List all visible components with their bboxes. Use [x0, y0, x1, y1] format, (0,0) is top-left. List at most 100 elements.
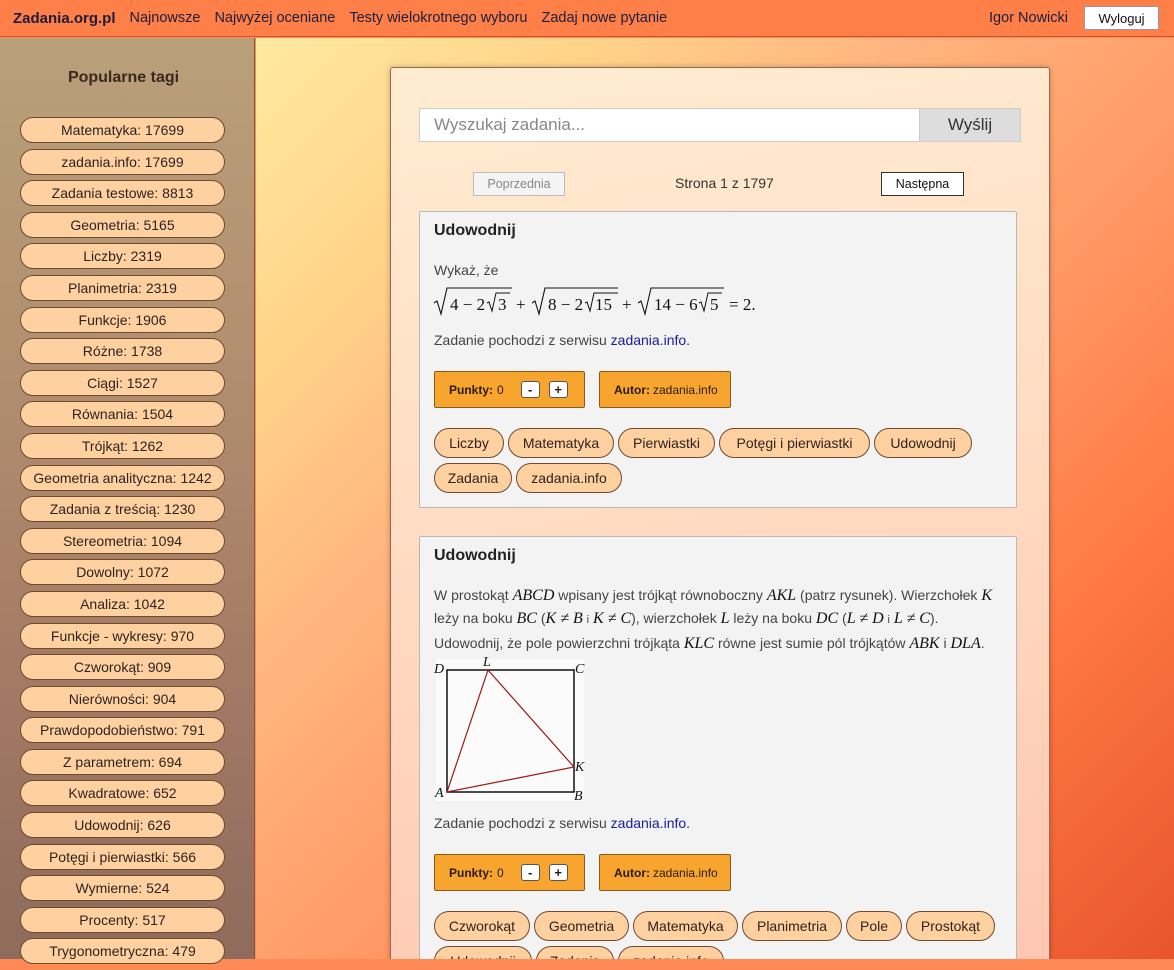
svg-text:3: 3 [498, 295, 507, 314]
source-link[interactable]: zadania.info. [611, 815, 690, 831]
svg-text:5: 5 [710, 295, 719, 314]
sidebar-tag[interactable]: Matematyka: 17699 [20, 117, 225, 143]
author-link[interactable]: zadania.info [653, 383, 718, 397]
search-bar: Wyślij [419, 108, 1021, 142]
sidebar-tag[interactable]: Nierówności: 904 [20, 685, 225, 712]
sidebar-tag[interactable]: Funkcje: 1906 [20, 306, 225, 333]
points-box: Punkty: 0 - + [434, 854, 585, 891]
sidebar-tag[interactable]: zadania.info: 17699 [20, 148, 225, 175]
tag-pill[interactable]: Liczby [434, 428, 504, 458]
sidebar-tag[interactable]: Ciągi: 1527 [20, 369, 225, 396]
search-button[interactable]: Wyślij [920, 108, 1021, 142]
tag-pill[interactable]: Geometria [534, 911, 629, 941]
sidebar-tag[interactable]: Geometria analityczna: 1242 [20, 464, 225, 491]
sidebar-tag[interactable]: Analiza: 1042 [20, 590, 225, 617]
problem-intro: Wykaż, że [434, 262, 499, 278]
sidebar-tag[interactable]: Planimetria: 2319 [20, 274, 225, 301]
tag-pill[interactable]: zadania.info [516, 463, 622, 493]
label-a: A [434, 786, 444, 801]
source-link[interactable]: zadania.info. [611, 332, 690, 348]
popular-tags-list: Matematyka: 17699 zadania.info: 17699 Za… [20, 117, 225, 970]
sidebar-tag[interactable]: Trygonometryczna: 479 [20, 938, 225, 965]
sidebar-tag[interactable]: Prawdopodobieństwo: 791 [20, 717, 225, 744]
content-panel: Wyślij Poprzednia Strona 1 z 1797 Następ… [390, 67, 1050, 959]
user-name[interactable]: Igor Nowicki [989, 10, 1068, 26]
tag-pill[interactable]: Potęgi i pierwiastki [719, 428, 870, 458]
author-label: Autor: [614, 865, 650, 880]
source-prefix: Zadanie pochodzi z serwisu [434, 332, 607, 348]
problem-statement: W prostokąt ABCD wpisany jest trójkąt ró… [434, 584, 1009, 655]
author-link[interactable]: zadania.info [653, 866, 718, 880]
sidebar-tag[interactable]: Potęgi i pierwiastki: 566 [20, 843, 225, 870]
formula-svg: 4 − 2 3 + 8 − 2 15 + 14 − 6 5 = 2. [433, 287, 756, 317]
problem-card: Udowodnij Wykaż, że 4 − 2 3 + 8 − 2 15 +… [419, 211, 1017, 508]
points-box: Punkty: 0 - + [434, 371, 585, 408]
label-l: L [482, 655, 491, 670]
sidebar: Popularne tagi Matematyka: 17699 zadania… [0, 38, 255, 965]
text: wpisany jest trójkąt równoboczny [558, 587, 763, 603]
sidebar-tag[interactable]: Dowolny: 1072 [20, 559, 225, 586]
problem-title: Udowodnij [434, 222, 516, 239]
downvote-button[interactable]: - [520, 381, 540, 398]
sidebar-tag[interactable]: Zadania z treścią: 1230 [20, 496, 225, 523]
pagination: Poprzednia Strona 1 z 1797 Następna [419, 172, 1021, 196]
sidebar-tag[interactable]: Funkcje - wykresy: 970 [20, 622, 225, 649]
previous-page-button[interactable]: Poprzednia [473, 172, 565, 196]
sidebar-tag[interactable]: Z parametrem: 694 [20, 748, 225, 775]
text: i [586, 614, 590, 626]
tag-pill[interactable]: Pierwiastki [618, 428, 715, 458]
page-indicator: Strona 1 z 1797 [675, 175, 774, 191]
sidebar-tag[interactable]: Kwadratowe: 652 [20, 780, 225, 807]
text: równe jest sumie pól trójkątów [717, 635, 906, 651]
text: (patrz rysunek). Wierzchołek [800, 587, 978, 603]
site-logo-link[interactable]: Zadania.org.pl [13, 10, 116, 27]
sidebar-tag[interactable]: Zadania testowe: 8813 [20, 180, 225, 207]
tag-pill[interactable]: Prostokąt [906, 911, 995, 941]
tag-pill[interactable]: Pole [846, 911, 902, 941]
label-c: C [575, 662, 585, 677]
math: L ≠ C [893, 610, 930, 627]
math: DC [815, 610, 839, 627]
upvote-button[interactable]: + [548, 864, 568, 881]
tag-pill[interactable]: Udowodnij [874, 428, 972, 458]
upvote-button[interactable]: + [548, 381, 568, 398]
math: ABK [909, 635, 940, 652]
sidebar-tag[interactable]: Procenty: 517 [20, 906, 225, 933]
tag-pill[interactable]: Udowodnij [434, 946, 532, 959]
nav-link-ask-question[interactable]: Zadaj nowe pytanie [541, 10, 667, 26]
math: L [720, 610, 730, 627]
tag-pill[interactable]: Zadania [434, 463, 512, 493]
sidebar-tag[interactable]: Równania: 1504 [20, 401, 225, 428]
tag-pill[interactable]: Matematyka [508, 428, 614, 458]
points-value: 0 [497, 382, 504, 397]
sidebar-tag[interactable]: Liczby: 2319 [20, 243, 225, 270]
tag-pill[interactable]: Planimetria [742, 911, 842, 941]
tag-pill[interactable]: Matematyka [633, 911, 738, 941]
logout-button[interactable]: Wyloguj [1084, 6, 1159, 30]
sidebar-tag[interactable]: Geometria: 5165 [20, 211, 225, 238]
main-content: Wyślij Poprzednia Strona 1 z 1797 Następ… [256, 38, 1174, 959]
problem-source: Zadanie pochodzi z serwisu zadania.info. [434, 812, 690, 835]
sidebar-tag[interactable]: Trójkąt: 1262 [20, 432, 225, 459]
sidebar-tag[interactable]: Czworokąt: 909 [20, 654, 225, 681]
sidebar-tag[interactable]: Wymierne: 524 [20, 875, 225, 902]
search-input[interactable] [419, 108, 920, 142]
svg-text:+: + [622, 295, 632, 314]
sidebar-tag[interactable]: Udowodnij: 626 [20, 812, 225, 839]
tag-pill[interactable]: Zadania [536, 946, 614, 959]
points-label: Punkty: [449, 865, 494, 880]
math: BC [516, 610, 537, 627]
nav-link-newest[interactable]: Najnowsze [130, 10, 201, 26]
tag-pill[interactable]: zadania.info [618, 946, 724, 959]
math: AKL [766, 587, 797, 604]
sidebar-tag[interactable]: Stereometria: 1094 [20, 527, 225, 554]
text: ). [929, 610, 939, 626]
text: Udowodnij, że pole powierzchni trójkąta [434, 635, 680, 651]
problem-figure: D L C K A B [433, 655, 585, 804]
next-page-button[interactable]: Następna [881, 172, 964, 196]
nav-link-top-rated[interactable]: Najwyżej oceniane [214, 10, 335, 26]
sidebar-tag[interactable]: Różne: 1738 [20, 338, 225, 365]
downvote-button[interactable]: - [520, 864, 540, 881]
tag-pill[interactable]: Czworokąt [434, 911, 530, 941]
nav-link-multiple-choice[interactable]: Testy wielokrotnego wyboru [349, 10, 527, 26]
